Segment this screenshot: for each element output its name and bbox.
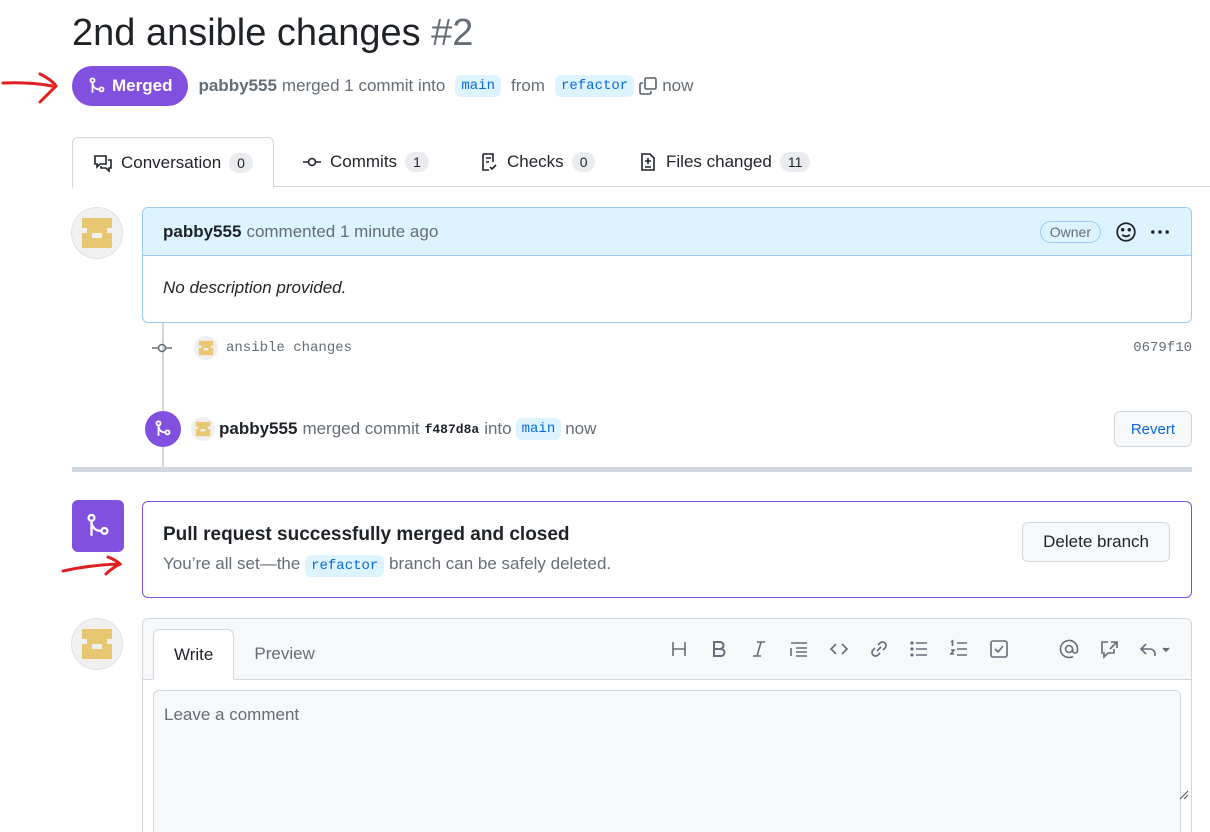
editor-body: Leave a comment: [143, 679, 1191, 832]
pr-author-link[interactable]: pabby555: [198, 76, 276, 96]
merge-event-badge: [145, 411, 181, 447]
tab-checks[interactable]: Checks 0: [459, 137, 615, 187]
comment-editor: Leave a comment Write Preview: [142, 618, 1192, 832]
owner-badge: Owner: [1039, 220, 1101, 243]
merged-subtext: You’re all set—the refactor branch can b…: [163, 554, 1171, 577]
tab-label: Files changed: [666, 152, 772, 171]
avatar[interactable]: [194, 336, 218, 360]
git-commit-icon: [303, 157, 321, 167]
merge-timeline-event: pabby555 merged commit f487d8a into main…: [145, 410, 1192, 448]
task-list-icon[interactable]: [989, 639, 1009, 659]
unordered-list-icon[interactable]: [909, 639, 929, 659]
tab-label: Conversation: [121, 152, 222, 172]
merged-state-label: Merged: [112, 76, 173, 95]
merged-heading: Pull request successfully merged and clo…: [163, 524, 570, 545]
comment-discussion-icon: [94, 154, 112, 173]
resize-handle-icon[interactable]: [1177, 788, 1189, 800]
merged-state-badge: Merged: [72, 66, 189, 106]
bold-icon[interactable]: [709, 639, 729, 659]
tab-counter: 0: [229, 152, 253, 173]
revert-button[interactable]: Revert: [1113, 411, 1192, 447]
annotation-arrow-icon: [1, 72, 58, 104]
pr-title-text: 2nd ansible changes: [72, 12, 421, 54]
timeline-divider: [72, 467, 1192, 472]
merged-sub-before: You’re all set—the: [163, 554, 301, 573]
smiley-icon[interactable]: [1115, 221, 1137, 243]
pr-tabs: Conversation 0 Commits 1 Checks 0 Files …: [72, 137, 1210, 188]
head-branch-pill[interactable]: refactor: [554, 75, 635, 97]
comment-textarea[interactable]: Leave a comment: [153, 690, 1181, 832]
merge-author-link[interactable]: pabby555: [219, 419, 297, 439]
identicon-icon: [72, 619, 122, 669]
quote-icon[interactable]: [789, 639, 809, 659]
merge-base-branch-pill[interactable]: main: [515, 418, 562, 440]
comment-author-link[interactable]: pabby555: [163, 222, 241, 242]
git-merge-icon: [89, 77, 105, 93]
cross-reference-icon[interactable]: [1099, 639, 1119, 659]
commit-message-link[interactable]: ansible changes: [226, 340, 352, 356]
markdown-toolbar: [669, 637, 1173, 661]
avatar[interactable]: [71, 207, 123, 259]
pr-time: now: [662, 76, 694, 95]
tab-label: Commits: [330, 152, 398, 171]
avatar[interactable]: [71, 618, 123, 670]
merged-status-box: Pull request successfully merged and clo…: [142, 501, 1192, 598]
mention-icon[interactable]: [1059, 639, 1079, 659]
tab-write[interactable]: Write: [153, 629, 235, 680]
tab-counter: 11: [779, 152, 811, 172]
pr-title: 2nd ansible changes #2: [72, 12, 473, 55]
git-merge-icon: [87, 513, 109, 536]
comment-timestamp[interactable]: commented 1 minute ago: [246, 222, 438, 242]
code-icon[interactable]: [829, 639, 849, 659]
pr-number: #2: [431, 12, 474, 54]
annotation-arrow-icon: [61, 555, 123, 576]
tab-preview[interactable]: Preview: [234, 629, 334, 679]
tab-conversation[interactable]: Conversation 0: [72, 137, 274, 188]
tab-counter: 1: [405, 152, 429, 172]
kebab-horizontal-icon[interactable]: [1149, 221, 1171, 243]
file-diff-icon: [641, 153, 655, 171]
copy-icon[interactable]: [638, 76, 658, 96]
identicon-icon: [72, 208, 122, 258]
comment-header: pabby555 commented 1 minute ago Owner: [143, 208, 1191, 256]
editor-tabs: Write Preview: [153, 629, 335, 680]
merge-time: now: [565, 419, 597, 438]
tab-counter: 0: [571, 152, 596, 172]
merged-status-icon-box: [72, 500, 124, 552]
commit-timeline-item: ansible changes 0679f10: [150, 334, 1192, 362]
into-text: into: [484, 419, 512, 438]
merge-commit-sha-link[interactable]: f487d8a: [425, 422, 480, 437]
checklist-icon: [482, 153, 497, 171]
tab-label: Checks: [507, 152, 564, 171]
ordered-list-icon[interactable]: [949, 639, 969, 659]
base-branch-pill[interactable]: main: [455, 75, 501, 97]
pr-description-comment: pabby555 commented 1 minute ago Owner No…: [142, 207, 1192, 323]
avatar[interactable]: [191, 417, 215, 441]
heading-icon[interactable]: [669, 639, 689, 659]
git-merge-icon: [155, 420, 171, 436]
link-icon[interactable]: [869, 639, 889, 659]
delete-branch-button[interactable]: Delete branch: [1022, 522, 1170, 562]
git-commit-icon: [152, 343, 172, 353]
comment-body: No description provided.: [163, 278, 347, 297]
tab-files-changed[interactable]: Files changed 11: [618, 137, 830, 187]
from-text: from: [510, 76, 545, 95]
pr-summary-text: merged 1 commit into: [281, 76, 446, 95]
pr-state-row: Merged pabby555 merged 1 commit into mai…: [72, 66, 693, 106]
merged-sub-after: branch can be safely deleted.: [389, 554, 612, 573]
italic-icon[interactable]: [749, 639, 769, 659]
commit-sha-link[interactable]: 0679f10: [1133, 340, 1192, 356]
saved-reply-icon[interactable]: [1139, 639, 1173, 659]
head-branch-pill[interactable]: refactor: [305, 555, 385, 577]
merge-event-text: merged commit: [302, 419, 420, 438]
tab-commits[interactable]: Commits 1: [282, 137, 449, 187]
